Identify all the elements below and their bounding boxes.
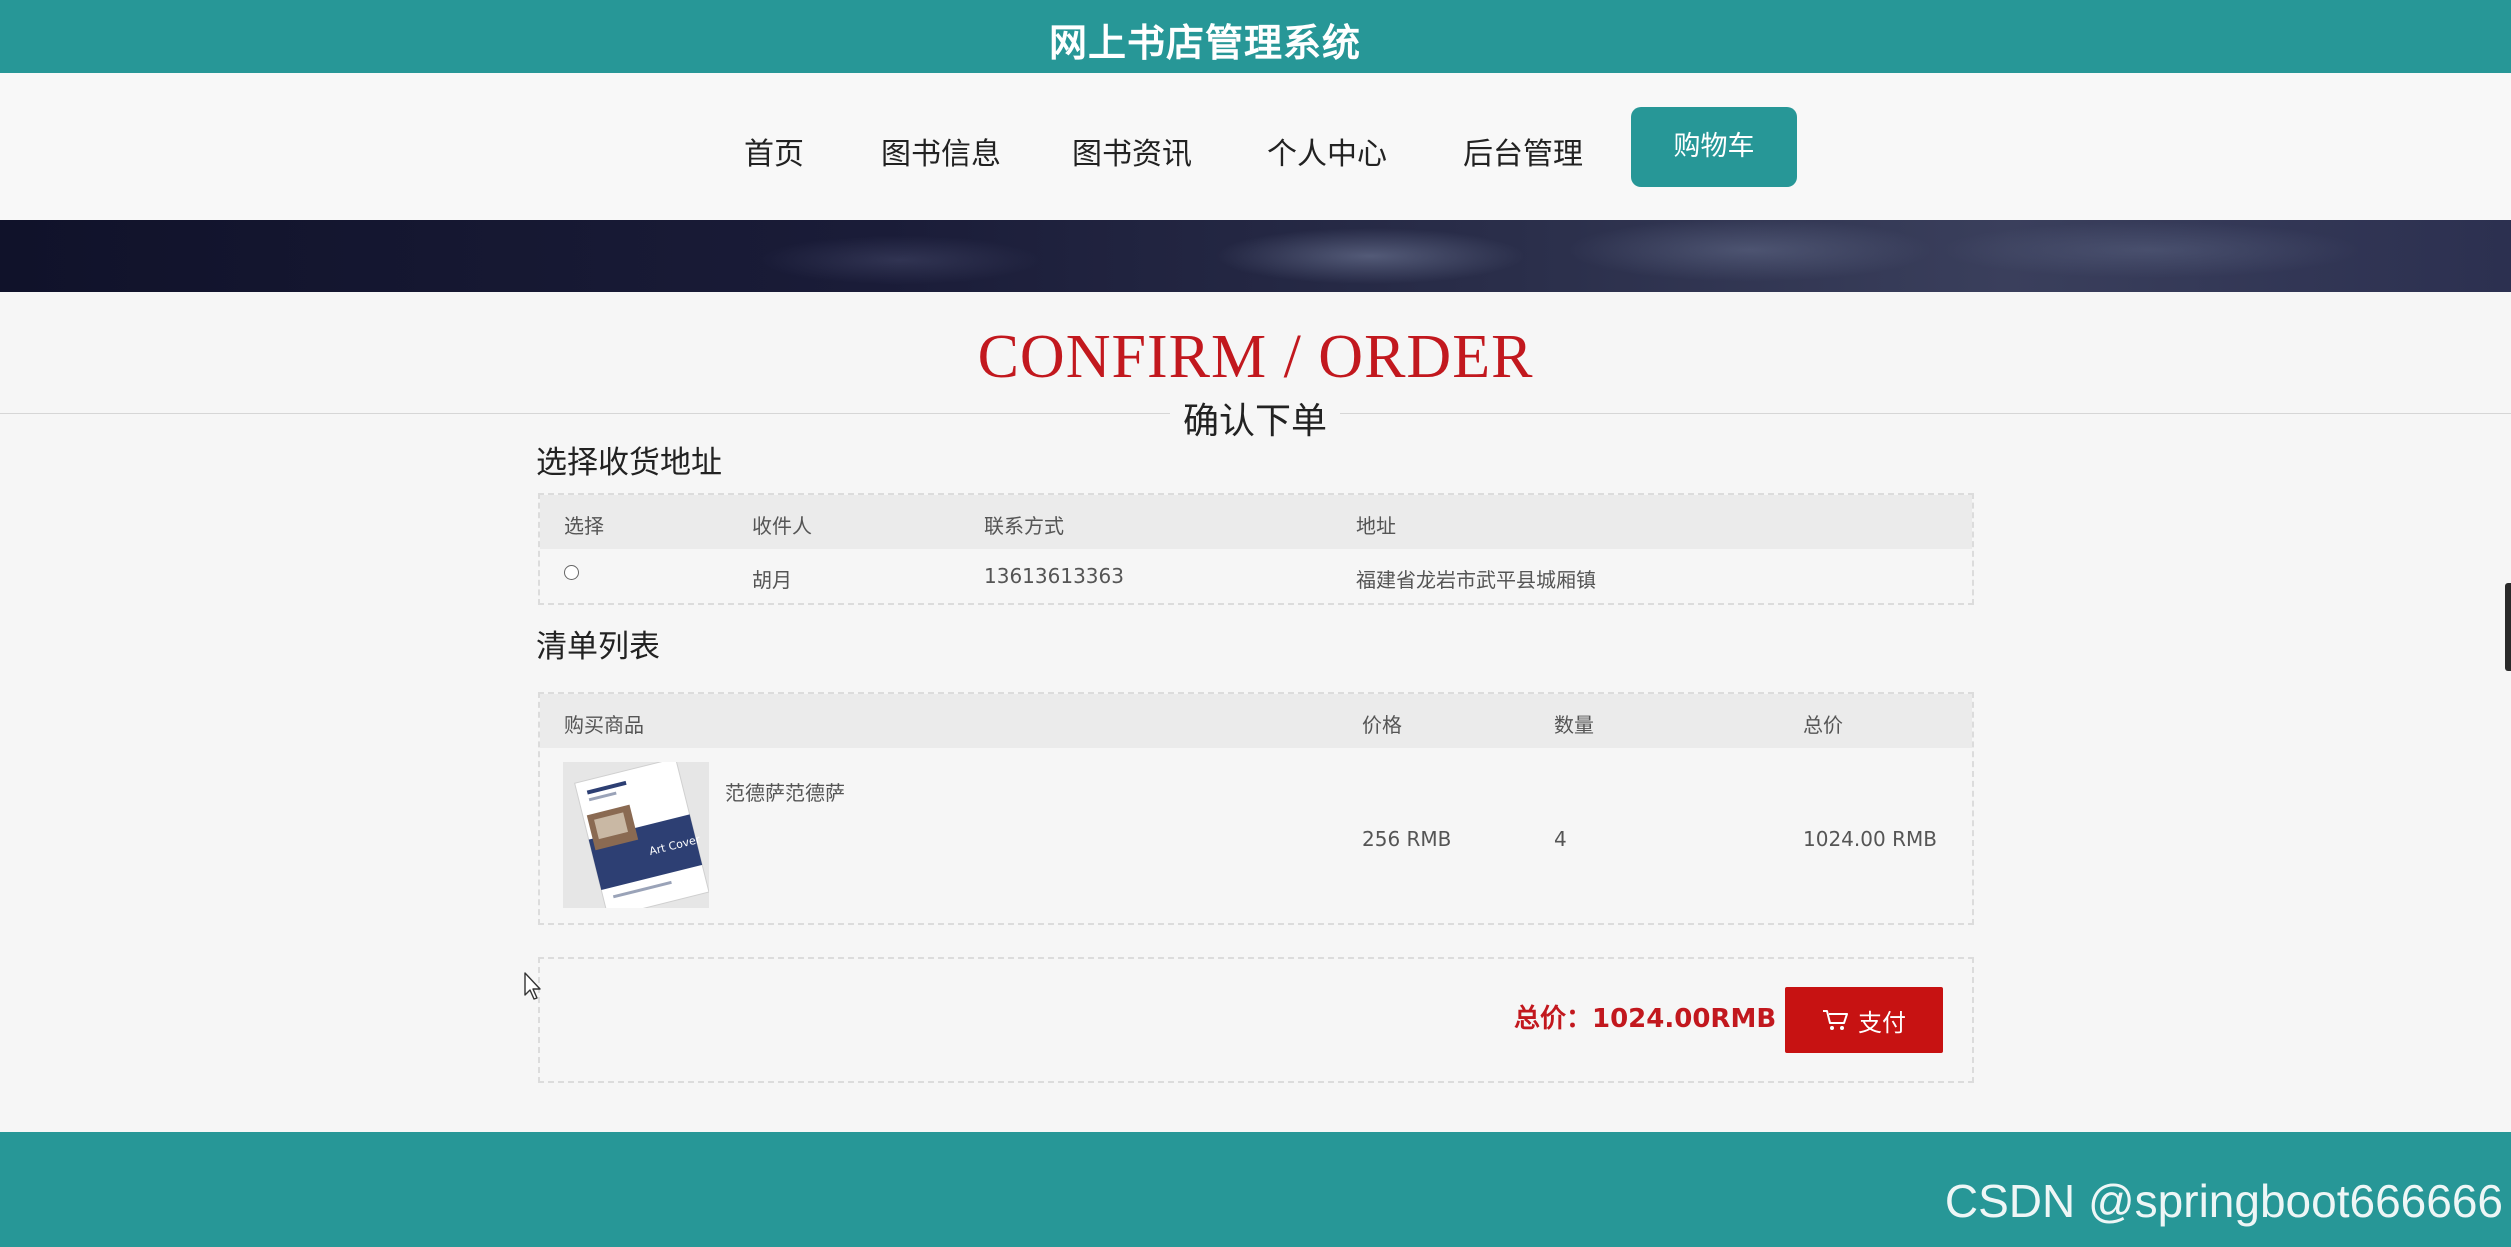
address-cell: 福建省龙岩市武平县城厢镇 xyxy=(1356,568,1596,592)
price-cell: 256 RMB xyxy=(1362,827,1452,851)
recipient-cell: 胡月 xyxy=(752,568,792,592)
order-section-title: 清单列表 xyxy=(536,629,660,665)
col-phone: 联系方式 xyxy=(984,514,1064,538)
col-total: 总价 xyxy=(1803,713,1843,737)
nav-book-info[interactable]: 图书信息 xyxy=(881,129,1001,173)
order-table: 购买商品 价格 数量 总价 Art Cover 范德萨范德萨 256 RMB 4… xyxy=(538,692,1974,925)
page-title-cn: 确认下单 xyxy=(1170,392,1340,444)
address-table: 选择 收件人 联系方式 地址 胡月 13613613363 福建省龙岩市武平县城… xyxy=(538,493,1974,605)
nav-admin[interactable]: 后台管理 xyxy=(1463,129,1583,173)
nav-cart-button[interactable]: 购物车 xyxy=(1631,107,1797,187)
order-total: 总价：1024.00RMB xyxy=(1514,1004,1777,1034)
address-table-header: 选择 收件人 联系方式 地址 xyxy=(540,495,1972,549)
mouse-cursor-icon xyxy=(524,972,541,1000)
book-cover-image[interactable]: Art Cover xyxy=(563,762,709,908)
col-product: 购买商品 xyxy=(564,713,644,737)
pay-button-label: 支付 xyxy=(1858,1008,1906,1037)
watermark-text: CSDN @springboot666666 xyxy=(1944,1175,2503,1227)
page-title-en: CONFIRM / ORDER xyxy=(977,323,1534,391)
col-price: 价格 xyxy=(1362,713,1402,737)
order-table-header: 购买商品 价格 数量 总价 xyxy=(540,694,1972,748)
nav-book-news[interactable]: 图书资讯 xyxy=(1072,129,1192,173)
col-recipient: 收件人 xyxy=(752,514,812,538)
nav-personal-center[interactable]: 个人中心 xyxy=(1267,129,1387,173)
quantity-cell: 4 xyxy=(1554,827,1567,851)
total-cell: 1024.00 RMB xyxy=(1803,827,1937,851)
top-header-bar: 网上书店管理系统 xyxy=(0,0,2511,73)
address-section-title: 选择收货地址 xyxy=(536,445,722,481)
col-address: 地址 xyxy=(1356,514,1396,538)
col-select: 选择 xyxy=(564,514,604,538)
main-nav: 首页 图书信息 图书资讯 个人中心 后台管理 购物车 xyxy=(0,73,2511,220)
site-title: 网上书店管理系统 xyxy=(1049,21,1362,65)
book-cover-art: Art Cover xyxy=(563,762,709,908)
product-name[interactable]: 范德萨范德萨 xyxy=(725,777,845,806)
address-radio[interactable] xyxy=(564,565,579,580)
banner-image xyxy=(0,220,2511,292)
nav-home[interactable]: 首页 xyxy=(744,129,804,173)
col-quantity: 数量 xyxy=(1554,713,1594,737)
side-scroll-handle[interactable] xyxy=(2505,583,2511,671)
phone-cell: 13613613363 xyxy=(984,564,1124,588)
cart-icon xyxy=(1823,1010,1848,1030)
pay-button[interactable]: 支付 xyxy=(1785,987,1943,1053)
